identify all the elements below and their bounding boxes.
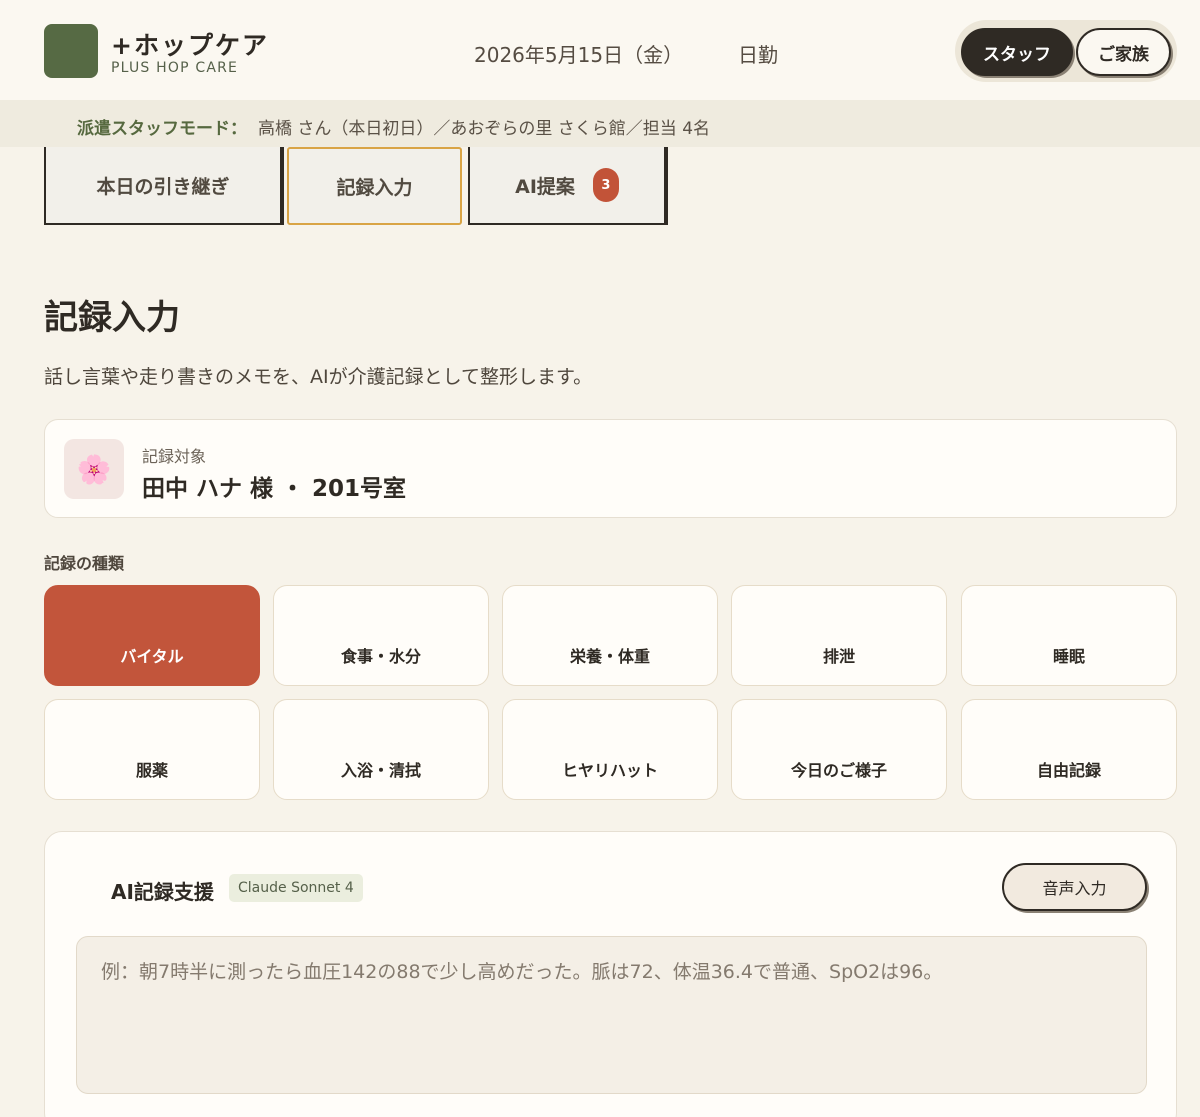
record-type-free[interactable]: 自由記録 — [961, 699, 1177, 800]
record-type-meal[interactable]: 食事・水分 — [273, 585, 489, 686]
shift-label: 日勤 — [738, 43, 778, 67]
record-type-near-miss[interactable]: ヒヤリハット — [502, 699, 718, 800]
mode-label: 派遣スタッフモード： — [77, 119, 247, 139]
ai-record-support-card: AI記録支援 Claude Sonnet 4 音声入力 — [44, 831, 1177, 1117]
ai-support-title: AI記録支援 — [111, 880, 214, 904]
logo-icon — [44, 24, 98, 78]
tab-label: 記録入力 — [336, 176, 413, 199]
record-target-card[interactable]: 🌸 記録対象 田中 ハナ 様 ・ 201号室 — [44, 419, 1177, 518]
tab-record-input[interactable]: 記録入力 — [287, 147, 462, 225]
brand-name: +ホップケア — [111, 31, 269, 60]
record-type-excretion[interactable]: 排泄 — [731, 585, 947, 686]
tab-label: AI提案 — [515, 175, 575, 198]
brand-subtitle: PLUS HOP CARE — [111, 60, 239, 76]
tab-handover[interactable]: 本日の引き継ぎ — [44, 147, 282, 225]
staff-role-button[interactable]: スタッフ — [961, 28, 1073, 76]
flower-icon: 🌸 — [64, 439, 124, 499]
memo-input[interactable] — [76, 936, 1147, 1094]
current-date: 2026年5月15日（金） — [474, 43, 684, 67]
mode-details: 高橋 さん（本日初日）／あおぞらの里 さくら館／担当 4名 — [258, 119, 711, 139]
page-description: 話し言葉や走り書きのメモを、AIが介護記録として整形します。 — [44, 366, 593, 388]
record-type-vital[interactable]: バイタル — [44, 585, 260, 686]
tab-ai-suggestions[interactable]: AI提案 3 — [468, 147, 666, 225]
record-type-medication[interactable]: 服薬 — [44, 699, 260, 800]
notification-badge: 3 — [592, 168, 619, 202]
target-label: 記録対象 — [142, 447, 207, 466]
record-type-today-condition[interactable]: 今日のご様子 — [731, 699, 947, 800]
role-toggle: スタッフ ご家族 — [955, 20, 1177, 82]
record-type-sleep[interactable]: 睡眠 — [961, 585, 1177, 686]
record-type-bathing[interactable]: 入浴・清拭 — [273, 699, 489, 800]
family-role-button[interactable]: ご家族 — [1076, 28, 1171, 76]
model-badge: Claude Sonnet 4 — [229, 874, 363, 902]
voice-input-button[interactable]: 音声入力 — [1002, 863, 1147, 911]
app-header: +ホップケア PLUS HOP CARE 2026年5月15日（金） 日勤 スタ… — [0, 0, 1200, 100]
record-type-label: 記録の種類 — [44, 554, 125, 573]
record-type-nutrition[interactable]: 栄養・体重 — [502, 585, 718, 686]
tab-label: 本日の引き継ぎ — [96, 175, 230, 198]
page-title: 記録入力 — [44, 298, 180, 338]
resident-name: 田中 ハナ 様 ・ 201号室 — [142, 476, 407, 502]
staff-mode-bar: 派遣スタッフモード： 高橋 さん（本日初日）／あおぞらの里 さくら館／担当 4名 — [0, 100, 1200, 147]
